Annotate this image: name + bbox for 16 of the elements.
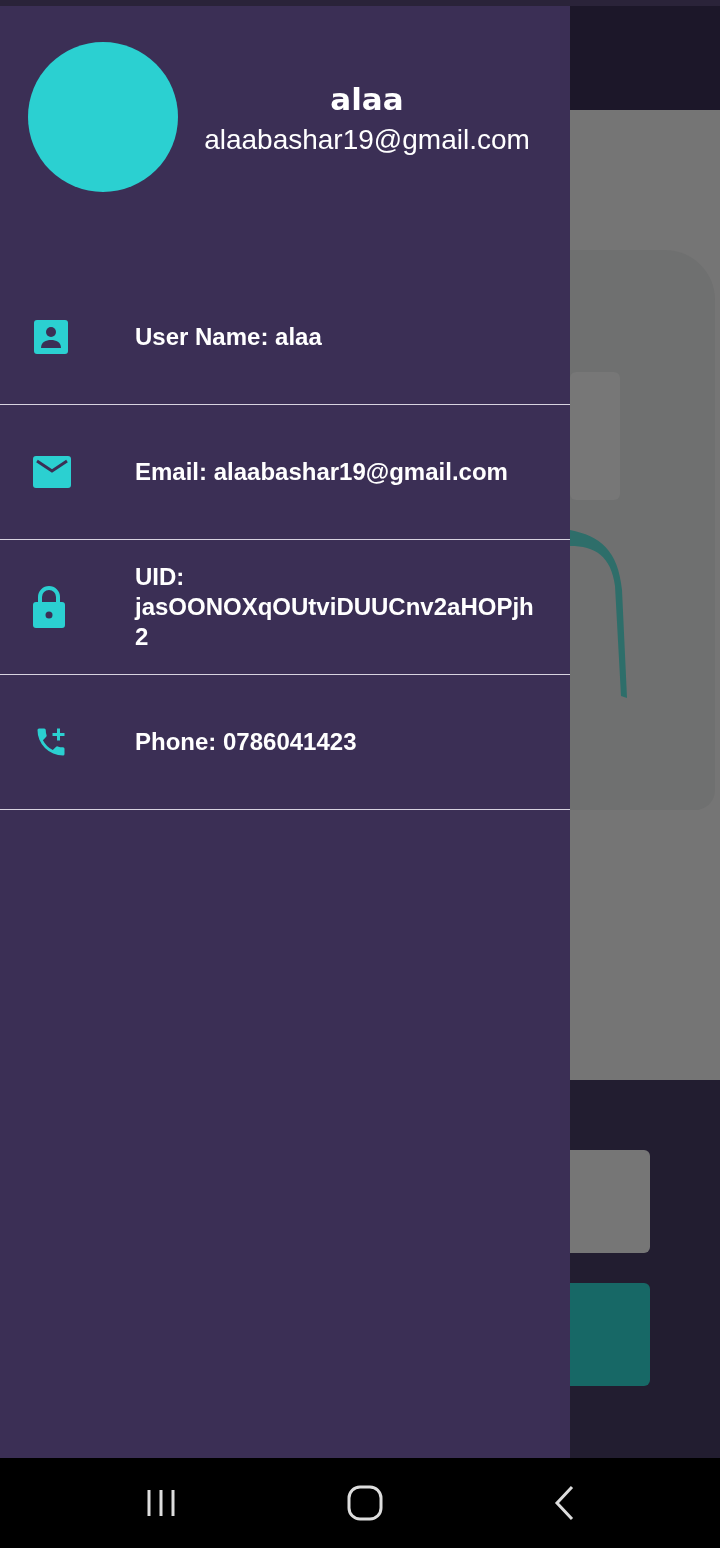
item-label: User Name: alaa bbox=[135, 322, 323, 352]
item-label: UID: jasOONOXqOUtviDUUCnv2aHOPjh2 bbox=[135, 562, 535, 652]
drawer-item[interactable]: Email: alaabashar19@gmail.com bbox=[0, 405, 570, 540]
back-icon[interactable] bbox=[553, 1485, 575, 1521]
envelope-icon bbox=[33, 456, 71, 488]
recent-apps-icon[interactable] bbox=[145, 1488, 177, 1518]
item-label: Email: alaabashar19@gmail.com bbox=[135, 457, 509, 487]
contact-card-icon bbox=[33, 319, 69, 355]
lock-icon bbox=[33, 586, 65, 628]
drawer-item[interactable]: User Name: alaa bbox=[0, 270, 570, 405]
input-field[interactable] bbox=[570, 1150, 650, 1253]
item-label: Phone: 0786041423 bbox=[135, 727, 358, 757]
drawer-item[interactable]: UID: jasOONOXqOUtviDUUCnv2aHOPjh2 bbox=[0, 540, 570, 675]
user-name: alaa bbox=[330, 80, 404, 118]
home-icon[interactable] bbox=[347, 1485, 383, 1521]
user-email: alaabashar19@gmail.com bbox=[204, 123, 530, 157]
